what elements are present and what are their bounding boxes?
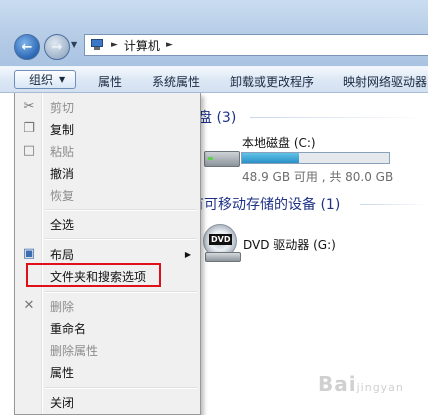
organize-button[interactable]: 组织 ▼ — [14, 70, 77, 89]
chevron-down-icon: ▼ — [71, 40, 78, 49]
dvd-drive-icon[interactable]: DVD — [203, 224, 241, 262]
navigation-pane — [0, 93, 14, 415]
submenu-arrow-icon: ▶ — [184, 249, 191, 259]
recent-pages-dropdown[interactable]: ▼ — [71, 40, 77, 49]
drive-c-name[interactable]: 本地磁盘 (C:) — [242, 134, 316, 151]
drive-g-name[interactable]: DVD 驱动器 (G:) — [243, 236, 336, 253]
menu-item-remove-properties[interactable]: 删除属性 — [15, 339, 200, 361]
group-divider — [250, 117, 428, 118]
computer-icon — [89, 39, 105, 51]
drive-c-usage-fill — [242, 153, 300, 163]
organize-menu: ✂ 剪切 ❐ 复制 □ 粘贴 撤消 恢复 全选 ▣ 布局 ▶ 文件夹和搜索选项 … — [14, 93, 201, 415]
arrow-right-icon: → — [51, 39, 63, 55]
menu-item-properties[interactable]: 属性 — [15, 361, 200, 383]
menu-item-paste[interactable]: □ 粘贴 — [15, 140, 200, 162]
breadcrumb-chevron-icon[interactable]: ► — [111, 40, 118, 50]
menu-separator — [45, 291, 197, 293]
menu-item-layout[interactable]: ▣ 布局 ▶ — [15, 243, 200, 265]
menu-separator — [45, 209, 197, 211]
system-properties-button[interactable]: 系统属性 — [152, 73, 200, 90]
menu-item-delete[interactable]: ✕ 删除 — [15, 295, 200, 317]
command-bar: 组织 ▼ 属性 系统属性 卸载或更改程序 映射网络驱动器 — [0, 66, 428, 93]
arrow-left-icon: ← — [21, 39, 33, 55]
delete-x-icon: ✕ — [23, 298, 35, 313]
drive-c-usage-bar — [241, 152, 390, 164]
baidu-watermark: Baijingyan — [318, 372, 404, 396]
forward-button[interactable]: → — [44, 34, 70, 60]
scissors-icon: ✂ — [23, 99, 35, 114]
group-header-removable[interactable]: 有可移动存储的设备 (1) — [190, 194, 340, 214]
menu-item-copy[interactable]: ❐ 复制 — [15, 118, 200, 140]
breadcrumb-chevron-icon[interactable]: ► — [166, 40, 173, 50]
chevron-down-icon: ▼ — [59, 75, 66, 84]
group-divider — [360, 204, 428, 205]
window-titlebar: ← → ▼ ► 计算机 ► — [0, 0, 428, 66]
map-network-drive-button[interactable]: 映射网络驱动器 — [343, 73, 427, 90]
menu-item-redo[interactable]: 恢复 — [15, 184, 200, 206]
paste-icon: □ — [22, 143, 36, 158]
menu-separator — [45, 387, 197, 389]
uninstall-program-button[interactable]: 卸载或更改程序 — [230, 73, 314, 90]
address-bar[interactable]: ► 计算机 ► — [84, 34, 428, 56]
menu-item-cut[interactable]: ✂ 剪切 — [15, 96, 200, 118]
drive-c-free-space: 48.9 GB 可用 , 共 80.0 GB — [242, 170, 394, 184]
hard-disk-icon[interactable] — [204, 145, 240, 167]
copy-icon: ❐ — [23, 121, 35, 136]
breadcrumb-computer[interactable]: 计算机 — [124, 37, 160, 54]
menu-item-close[interactable]: 关闭 — [15, 391, 200, 413]
highlight-box — [26, 263, 161, 287]
menu-separator — [45, 238, 197, 240]
menu-item-select-all[interactable]: 全选 — [15, 213, 200, 235]
properties-button[interactable]: 属性 — [98, 73, 122, 90]
layout-icon: ▣ — [22, 246, 36, 261]
organize-label: 组织 — [29, 73, 54, 87]
menu-item-undo[interactable]: 撤消 — [15, 162, 200, 184]
back-button[interactable]: ← — [14, 34, 40, 60]
menu-item-rename[interactable]: 重命名 — [15, 317, 200, 339]
